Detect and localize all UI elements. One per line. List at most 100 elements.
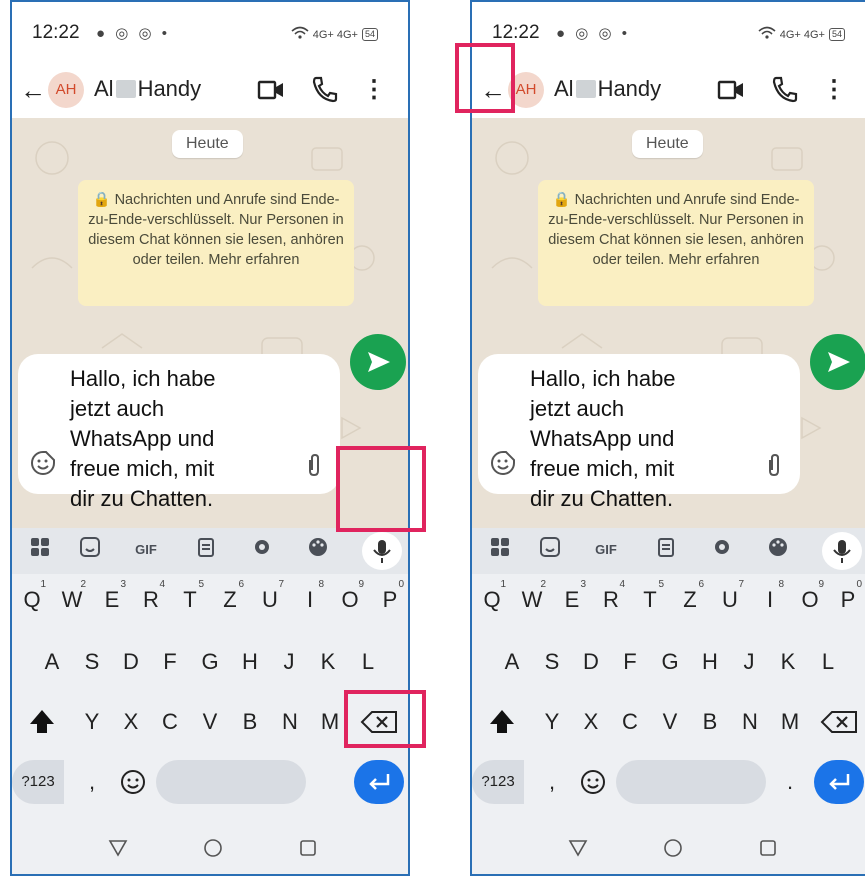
key[interactable]: K: [310, 640, 346, 684]
backspace-key[interactable]: [818, 702, 862, 742]
key[interactable]: O9: [792, 578, 828, 622]
key[interactable]: Q1: [474, 578, 510, 622]
gear-icon[interactable]: [248, 536, 276, 564]
key[interactable]: N: [272, 700, 308, 744]
nav-recents-icon[interactable]: [757, 836, 779, 858]
voice-call-icon[interactable]: [310, 74, 338, 104]
key[interactable]: O9: [332, 578, 368, 622]
microphone-button[interactable]: [822, 532, 862, 570]
message-input[interactable]: Hallo, ich habe jetzt auch WhatsApp und …: [18, 354, 340, 511]
key[interactable]: Y: [534, 700, 570, 744]
nav-home-icon[interactable]: [202, 836, 224, 858]
space-bar[interactable]: [156, 760, 306, 804]
key[interactable]: M: [312, 700, 348, 744]
emoji-icon[interactable]: [578, 767, 608, 797]
comma-key[interactable]: ,: [534, 760, 570, 804]
sticker-icon[interactable]: [30, 450, 56, 476]
clipboard-icon[interactable]: [192, 536, 220, 564]
key[interactable]: G: [192, 640, 228, 684]
key[interactable]: R4: [133, 578, 169, 622]
comma-key[interactable]: ,: [74, 760, 110, 804]
key[interactable]: J: [731, 640, 767, 684]
gear-icon[interactable]: [708, 536, 736, 564]
voice-call-icon[interactable]: [770, 74, 798, 104]
key[interactable]: T5: [172, 578, 208, 622]
nav-back-icon[interactable]: [567, 836, 589, 858]
encryption-notice[interactable]: 🔒 Nachrichten und Anrufe sind Ende-zu-En…: [538, 180, 814, 306]
key[interactable]: U7: [252, 578, 288, 622]
key[interactable]: S: [534, 640, 570, 684]
nav-recents-icon[interactable]: [297, 836, 319, 858]
contact-name[interactable]: Al Handy: [554, 76, 661, 102]
key[interactable]: A: [494, 640, 530, 684]
gif-button[interactable]: GIF: [132, 536, 160, 564]
encryption-notice[interactable]: 🔒 Nachrichten und Anrufe sind Ende-zu-En…: [78, 180, 354, 306]
video-call-icon[interactable]: [256, 76, 286, 104]
message-input[interactable]: Hallo, ich habe jetzt auch WhatsApp und …: [478, 354, 800, 511]
key[interactable]: J: [271, 640, 307, 684]
key[interactable]: L: [350, 640, 386, 684]
key[interactable]: W2: [54, 578, 90, 622]
palette-icon[interactable]: [764, 536, 792, 564]
enter-key[interactable]: [814, 760, 864, 804]
sticker-icon[interactable]: [76, 536, 104, 564]
attach-icon[interactable]: [764, 452, 784, 478]
avatar[interactable]: AH: [48, 72, 84, 108]
key[interactable]: Z6: [672, 578, 708, 622]
key[interactable]: L: [810, 640, 846, 684]
symbols-key[interactable]: ?123: [472, 760, 524, 804]
attach-icon[interactable]: [304, 452, 324, 478]
key[interactable]: D: [573, 640, 609, 684]
contact-name[interactable]: Al Handy: [94, 76, 201, 102]
emoji-icon[interactable]: [118, 767, 148, 797]
send-button[interactable]: [810, 334, 865, 390]
key[interactable]: A: [34, 640, 70, 684]
microphone-button[interactable]: [362, 532, 402, 570]
key[interactable]: V: [652, 700, 688, 744]
apps-grid-icon[interactable]: [26, 536, 54, 564]
key[interactable]: P0: [830, 578, 865, 622]
key[interactable]: R4: [593, 578, 629, 622]
key[interactable]: B: [692, 700, 728, 744]
key[interactable]: K: [770, 640, 806, 684]
key[interactable]: X: [573, 700, 609, 744]
nav-home-icon[interactable]: [662, 836, 684, 858]
video-call-icon[interactable]: [716, 76, 746, 104]
key[interactable]: G: [652, 640, 688, 684]
clipboard-icon[interactable]: [652, 536, 680, 564]
key[interactable]: F: [612, 640, 648, 684]
key[interactable]: Z6: [212, 578, 248, 622]
key[interactable]: S: [74, 640, 110, 684]
nav-back-icon[interactable]: [107, 836, 129, 858]
more-options-icon[interactable]: ⋮: [362, 76, 386, 104]
apps-grid-icon[interactable]: [486, 536, 514, 564]
sticker-icon[interactable]: [490, 450, 516, 476]
message-input-text[interactable]: Hallo, ich habe jetzt auch WhatsApp und …: [70, 364, 290, 514]
palette-icon[interactable]: [304, 536, 332, 564]
key[interactable]: I8: [752, 578, 788, 622]
key[interactable]: P0: [372, 578, 408, 622]
shift-key[interactable]: [24, 700, 60, 744]
back-arrow-icon[interactable]: ←: [18, 70, 48, 110]
key[interactable]: N: [732, 700, 768, 744]
key[interactable]: F: [152, 640, 188, 684]
key[interactable]: M: [772, 700, 808, 744]
key[interactable]: H: [692, 640, 728, 684]
key[interactable]: U7: [712, 578, 748, 622]
key[interactable]: B: [232, 700, 268, 744]
key[interactable]: Q1: [14, 578, 50, 622]
more-options-icon[interactable]: ⋮: [822, 76, 846, 104]
key[interactable]: V: [192, 700, 228, 744]
key[interactable]: X: [113, 700, 149, 744]
key[interactable]: T5: [632, 578, 668, 622]
sticker-icon[interactable]: [536, 536, 564, 564]
key[interactable]: C: [612, 700, 648, 744]
key[interactable]: H: [232, 640, 268, 684]
gif-button[interactable]: GIF: [592, 536, 620, 564]
key[interactable]: I8: [292, 578, 328, 622]
shift-key[interactable]: [484, 700, 520, 744]
period-key[interactable]: .: [772, 760, 808, 804]
space-bar[interactable]: [616, 760, 766, 804]
key[interactable]: D: [113, 640, 149, 684]
symbols-key[interactable]: ?123: [12, 760, 64, 804]
